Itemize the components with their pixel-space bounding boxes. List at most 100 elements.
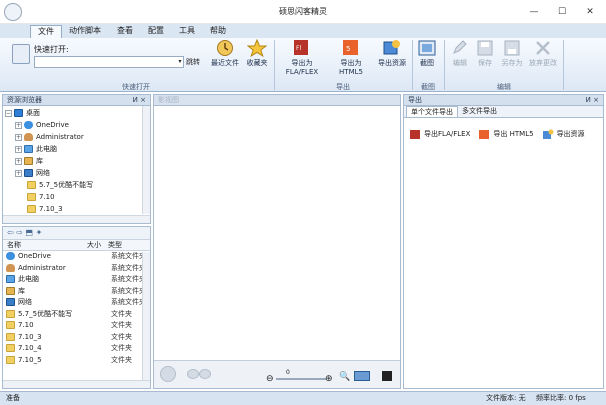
list-item[interactable]: OneDrive 系统文件夹 (6, 251, 150, 263)
list-item[interactable]: 5.7_5优酷不能写 文件夹 (6, 309, 150, 321)
tree-horizontal-scrollbar[interactable] (3, 215, 150, 223)
export-fla-flex-button[interactable]: 导出FLA/FLEX (409, 127, 470, 141)
app-title: 硕思闪客精灵 (279, 7, 327, 16)
back-arrow-icon[interactable]: ⇦ (7, 228, 14, 237)
export-header: 导出 И × (404, 95, 603, 106)
library-icon (24, 157, 33, 165)
tree-item[interactable]: 7.10_3 (5, 203, 143, 215)
save-as-button[interactable]: 另存为 (498, 39, 526, 68)
fit-screen-icon[interactable] (354, 371, 370, 381)
tree-item[interactable]: + Administrator (5, 131, 143, 143)
ribbon-separator (274, 40, 275, 90)
menu-file[interactable]: 文件 (30, 25, 62, 38)
menu-config[interactable]: 配置 (141, 24, 171, 38)
list-item[interactable]: 7.10_5 文件夹 (6, 355, 150, 367)
play-icon[interactable] (160, 366, 176, 382)
tree-item[interactable]: + OneDrive (5, 119, 143, 131)
export-resources-button[interactable]: 导出资源 (542, 127, 585, 141)
tree-item[interactable]: + 库 (5, 155, 143, 167)
list-item[interactable]: 网络 系统文件夹 (6, 297, 150, 309)
menu-tools[interactable]: 工具 (172, 24, 202, 38)
export-tabs: 单个文件导出 多文件导出 (404, 106, 603, 118)
pc-icon (6, 275, 15, 283)
menu-help[interactable]: 帮助 (203, 24, 233, 38)
edit-button[interactable]: 编辑 (448, 39, 472, 68)
folder-icon (6, 344, 15, 352)
chevron-down-icon[interactable]: ▾ (176, 56, 184, 68)
maximize-button[interactable]: ☐ (550, 4, 574, 20)
tree-item[interactable]: + 此电脑 (5, 143, 143, 155)
list-item[interactable]: 此电脑 系统文件夹 (6, 274, 150, 286)
zoom-in-icon[interactable]: ⊕ (325, 375, 333, 384)
folder-icon (6, 321, 15, 329)
fast-forward-icon[interactable] (199, 369, 211, 379)
preview-panel: 影视图 ⊖ 0 ⊕ 🔍 (153, 94, 401, 389)
up-folder-icon[interactable]: ⬒ (26, 228, 34, 237)
tree-vertical-scrollbar[interactable] (142, 106, 150, 214)
file-list-horizontal-scrollbar[interactable] (3, 380, 150, 388)
menu-view[interactable]: 查看 (110, 24, 140, 38)
save-as-icon (504, 40, 520, 56)
list-item[interactable]: 7.10_3 文件夹 (6, 332, 150, 344)
forward-arrow-icon[interactable]: ⇨ (16, 228, 23, 237)
html5-icon: 5 (343, 40, 358, 55)
pc-icon (24, 145, 33, 153)
list-item[interactable]: 库系统文件夹 (6, 286, 150, 298)
file-list-vertical-scrollbar[interactable] (142, 252, 150, 380)
export-resources-button[interactable]: 导出资源 (374, 39, 410, 68)
tree-item[interactable]: 7.10 (5, 191, 143, 203)
svg-text:5: 5 (346, 45, 350, 53)
panel-pin-icon[interactable]: И × (586, 95, 599, 105)
tab-single-export[interactable]: 单个文件导出 (406, 106, 458, 117)
screenshot-button[interactable]: 截图 (415, 39, 439, 68)
file-list: OneDrive 系统文件夹 Administrator 系统文件夹 此电脑 系统文件… (3, 251, 150, 366)
minimize-button[interactable]: — (522, 4, 546, 20)
rewind-icon[interactable] (187, 369, 199, 379)
preview-canvas[interactable] (154, 106, 400, 360)
clock-icon (217, 40, 233, 56)
ribbon-separator (563, 40, 564, 90)
export-panel: 导出 И × 单个文件导出 多文件导出 导出FLA/FLEX 导出 HTML5 … (403, 94, 604, 389)
magnifier-icon[interactable]: 🔍 (339, 372, 350, 382)
column-name[interactable]: 名称 (7, 240, 21, 251)
close-button[interactable]: ✕ (578, 4, 602, 20)
screenshot-icon (418, 40, 436, 56)
background-color-icon[interactable] (382, 371, 392, 381)
list-item[interactable]: 7.10_4 文件夹 (6, 343, 150, 355)
export-html5-button[interactable]: 5 导出为HTML5 (329, 39, 373, 76)
tree-item[interactable]: + 网络 (5, 167, 143, 179)
menu-actionscript[interactable]: 动作脚本 (62, 24, 108, 38)
list-item[interactable]: 7.10 文件夹 (6, 320, 150, 332)
panel-pin-icon[interactable]: И × (133, 95, 146, 105)
group-label-screenshot: 截图 (421, 83, 435, 91)
file-list-panel: ⇦ ⇨ ⬒ ✦ 名称 大小 类型 OneDrive 系统文件夹 Administr… (2, 226, 151, 389)
ribbon: 快速打开: ▾ 跳转 最近文件 收藏夹 快速打开 Fl 导出为FLA/FLEX … (0, 38, 606, 92)
zoom-slider[interactable] (276, 378, 326, 380)
zoom-value: 0 (286, 369, 290, 376)
explorer-title: 资源浏览器 (7, 96, 42, 104)
svg-text:Fl: Fl (296, 45, 301, 52)
preview-header: 影视图 (154, 95, 400, 106)
column-size[interactable]: 大小 (87, 240, 101, 251)
cloud-icon (24, 121, 33, 129)
recent-files-button[interactable]: 最近文件 (208, 39, 242, 68)
tree-item[interactable]: 5.7_5优酷不能写 (5, 179, 143, 191)
quick-open-go-button[interactable]: 跳转 (186, 57, 200, 67)
save-button[interactable]: 保存 (473, 39, 497, 68)
column-type[interactable]: 类型 (108, 240, 122, 251)
list-item[interactable]: Administrator 系统文件夹 (6, 263, 150, 275)
fla-icon (410, 129, 420, 139)
network-icon (6, 298, 15, 306)
group-label-export: 导出 (336, 83, 350, 91)
export-html5-button[interactable]: 导出 HTML5 (478, 127, 534, 141)
group-label-quick-open: 快速打开 (122, 83, 150, 91)
tree-item[interactable]: − 桌面 (5, 107, 143, 119)
discard-changes-button[interactable]: 放弃更改 (527, 39, 559, 68)
file-list-toolbar: ⇦ ⇨ ⬒ ✦ (3, 227, 150, 240)
tab-multi-export[interactable]: 多文件导出 (458, 106, 501, 117)
zoom-out-icon[interactable]: ⊖ (266, 375, 274, 384)
new-folder-icon[interactable]: ✦ (36, 228, 43, 237)
quick-open-input[interactable] (34, 56, 184, 68)
export-fla-button[interactable]: Fl 导出为FLA/FLEX (276, 39, 328, 76)
favorites-button[interactable]: 收藏夹 (242, 39, 272, 68)
